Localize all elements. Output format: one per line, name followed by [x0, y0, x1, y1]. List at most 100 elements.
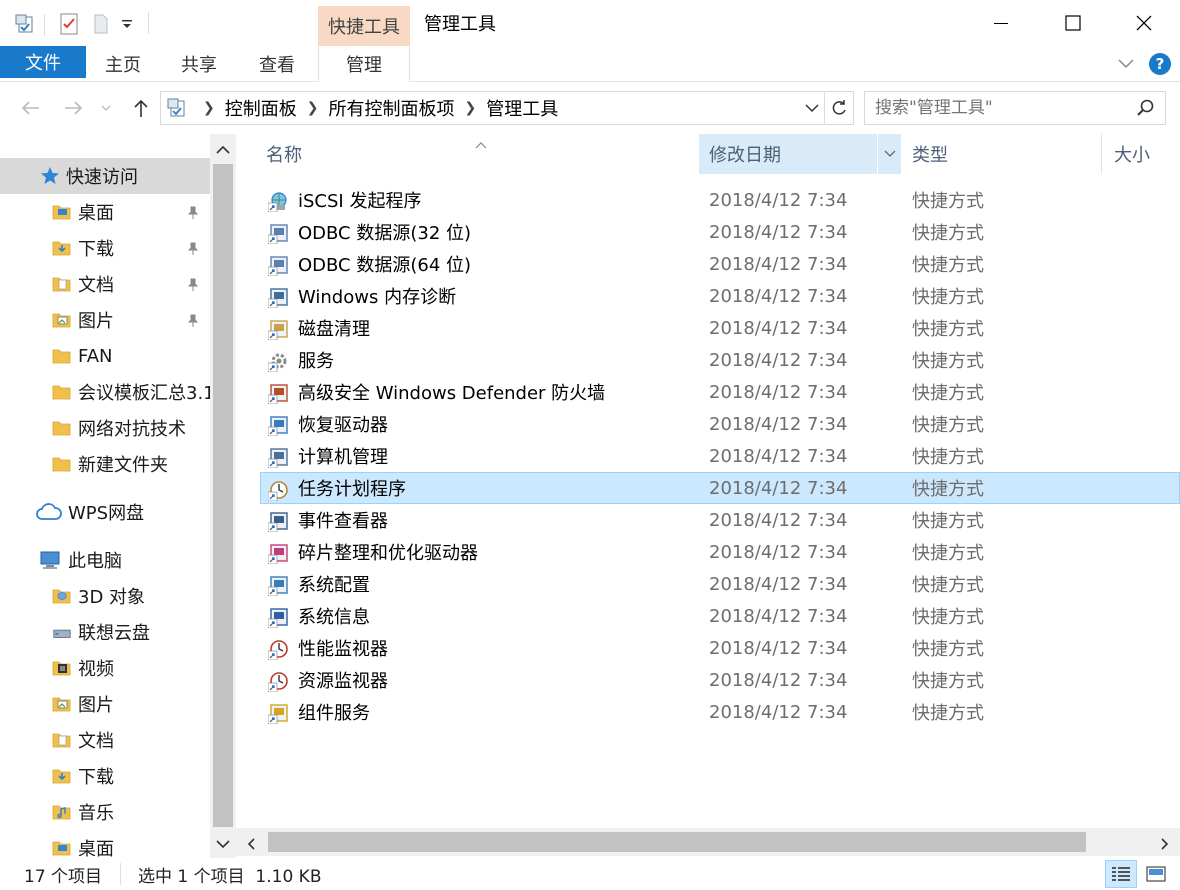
file-row[interactable]: ODBC 数据源(64 位) 2018/4/12 7:34 快捷方式	[236, 248, 1180, 280]
large-icons-view-button[interactable]	[1140, 860, 1172, 888]
folder-blue-icon	[52, 202, 72, 222]
scroll-right-icon[interactable]	[1160, 835, 1170, 856]
nav-item-label: 网络对抗技术	[78, 419, 186, 440]
forward-button[interactable]	[60, 94, 88, 122]
help-button[interactable]: ?	[1140, 46, 1180, 82]
back-button[interactable]	[16, 94, 44, 122]
breadcrumb-separator-icon[interactable]: ❯	[307, 100, 319, 116]
breadcrumb-separator-icon[interactable]: ❯	[464, 100, 476, 116]
breadcrumb-control-panel[interactable]: 控制面板	[225, 95, 297, 121]
tab-share[interactable]: 共享	[168, 46, 230, 82]
search-icon[interactable]	[1137, 99, 1155, 117]
nav-this-pc-label: 此电脑	[68, 551, 122, 572]
file-row[interactable]: 资源监视器 2018/4/12 7:34 快捷方式	[236, 664, 1180, 696]
file-name: 恢复驱动器	[298, 415, 388, 436]
pin-icon[interactable]	[186, 204, 200, 225]
nav-item-pc-6[interactable]: 音乐	[0, 794, 210, 830]
nav-item-quick-1[interactable]: 下载	[0, 230, 210, 266]
nav-item-quick-2[interactable]: 文档	[0, 266, 210, 302]
scroll-left-icon[interactable]	[246, 835, 256, 856]
address-history-button[interactable]	[800, 92, 824, 124]
navigation-bar: ❯ 控制面板 ❯ 所有控制面板项 ❯ 管理工具	[0, 82, 1180, 134]
file-row[interactable]: 组件服务 2018/4/12 7:34 快捷方式	[236, 696, 1180, 728]
nav-item-pc-2[interactable]: 视频	[0, 650, 210, 686]
checklist-icon[interactable]	[54, 10, 84, 38]
file-row[interactable]: 性能监视器 2018/4/12 7:34 快捷方式	[236, 632, 1180, 664]
breadcrumb-all-items[interactable]: 所有控制面板项	[328, 95, 454, 121]
address-bar[interactable]: ❯ 控制面板 ❯ 所有控制面板项 ❯ 管理工具	[160, 91, 854, 125]
file-row[interactable]: 系统配置 2018/4/12 7:34 快捷方式	[236, 568, 1180, 600]
nav-quick-access[interactable]: 快速访问	[0, 158, 210, 194]
new-folder-icon[interactable]	[88, 10, 114, 38]
nav-item-quick-3[interactable]: 图片	[0, 302, 210, 338]
file-row[interactable]: 事件查看器 2018/4/12 7:34 快捷方式	[236, 504, 1180, 536]
nav-item-label: 联想云盘	[78, 623, 150, 644]
pin-icon[interactable]	[186, 240, 200, 261]
nav-item-pc-4[interactable]: 文档	[0, 722, 210, 758]
nav-item-quick-6[interactable]: 网络对抗技术	[0, 410, 210, 446]
customize-toolbar-dropdown-icon[interactable]	[116, 10, 138, 38]
file-type: 快捷方式	[912, 223, 984, 244]
pin-icon[interactable]	[186, 312, 200, 333]
search-input[interactable]	[865, 92, 1125, 124]
up-button[interactable]	[128, 94, 154, 122]
scroll-up-icon[interactable]	[215, 140, 231, 161]
tab-file[interactable]: 文件	[0, 46, 86, 78]
file-row[interactable]: Windows 内存诊断 2018/4/12 7:34 快捷方式	[236, 280, 1180, 312]
properties-icon[interactable]	[10, 10, 40, 38]
details-view-button[interactable]	[1105, 860, 1137, 888]
file-row[interactable]: 任务计划程序 2018/4/12 7:34 快捷方式	[260, 472, 1180, 504]
column-header-date[interactable]: 修改日期	[699, 134, 901, 174]
file-row[interactable]: 计算机管理 2018/4/12 7:34 快捷方式	[236, 440, 1180, 472]
file-type: 快捷方式	[912, 383, 984, 404]
event-viewer-icon	[267, 510, 290, 533]
navigation-scrollbar-thumb[interactable]	[213, 164, 233, 827]
search-box[interactable]	[864, 91, 1166, 125]
refresh-button[interactable]	[825, 92, 853, 124]
navigation-scrollbar[interactable]	[210, 134, 236, 858]
minimize-button[interactable]	[965, 0, 1037, 46]
horizontal-scrollbar[interactable]	[236, 828, 1180, 856]
nav-item-pc-5[interactable]: 下载	[0, 758, 210, 794]
close-button[interactable]	[1108, 0, 1180, 46]
file-row[interactable]: 服务 2018/4/12 7:34 快捷方式	[236, 344, 1180, 376]
scroll-down-icon[interactable]	[215, 834, 231, 855]
file-row[interactable]: 恢复驱动器 2018/4/12 7:34 快捷方式	[236, 408, 1180, 440]
nav-item-quick-0[interactable]: 桌面	[0, 194, 210, 230]
column-filter-dropdown[interactable]	[877, 134, 901, 174]
pin-icon[interactable]	[186, 276, 200, 297]
file-row[interactable]: 碎片整理和优化驱动器 2018/4/12 7:34 快捷方式	[236, 536, 1180, 568]
file-name: 事件查看器	[298, 511, 388, 532]
nav-item-label: FAN	[78, 345, 113, 367]
file-row[interactable]: 高级安全 Windows Defender 防火墙 2018/4/12 7:34 快…	[236, 376, 1180, 408]
file-row[interactable]: 系统信息 2018/4/12 7:34 快捷方式	[236, 600, 1180, 632]
nav-item-quick-4[interactable]: FAN	[0, 338, 210, 374]
file-row[interactable]: ODBC 数据源(32 位) 2018/4/12 7:34 快捷方式	[236, 216, 1180, 248]
file-row[interactable]: iSCSI 发起程序 2018/4/12 7:34 快捷方式	[236, 184, 1180, 216]
recent-locations-button[interactable]	[96, 94, 116, 122]
nav-wps-drive[interactable]: WPS网盘	[0, 494, 210, 530]
horizontal-scrollbar-thumb[interactable]	[268, 832, 1086, 852]
nav-item-quick-5[interactable]: 会议模板汇总3.1	[0, 374, 210, 410]
nav-this-pc[interactable]: 此电脑	[0, 542, 210, 578]
expand-ribbon-button[interactable]	[1112, 46, 1140, 82]
file-type: 快捷方式	[912, 319, 984, 340]
breadcrumb-admin-tools[interactable]: 管理工具	[486, 95, 558, 121]
breadcrumb-separator-icon[interactable]: ❯	[203, 100, 215, 116]
nav-item-quick-7[interactable]: 新建文件夹	[0, 446, 210, 482]
nav-item-label: 音乐	[78, 803, 114, 824]
file-type: 快捷方式	[912, 191, 984, 212]
tab-home[interactable]: 主页	[92, 46, 154, 82]
column-header-type[interactable]: 类型	[902, 134, 1102, 174]
nav-item-pc-0[interactable]: 3D 对象	[0, 578, 210, 614]
nav-item-pc-1[interactable]: 联想云盘	[0, 614, 210, 650]
nav-item-pc-3[interactable]: 图片	[0, 686, 210, 722]
file-row[interactable]: 磁盘清理 2018/4/12 7:34 快捷方式	[236, 312, 1180, 344]
maximize-button[interactable]	[1037, 0, 1109, 46]
column-header-size[interactable]: 大小	[1114, 134, 1180, 174]
tab-view[interactable]: 查看	[246, 46, 308, 82]
column-header-name[interactable]: 名称	[266, 134, 696, 174]
tab-manage[interactable]: 管理	[318, 46, 410, 82]
file-type: 快捷方式	[912, 639, 984, 660]
nav-item-label: 文档	[78, 731, 114, 752]
